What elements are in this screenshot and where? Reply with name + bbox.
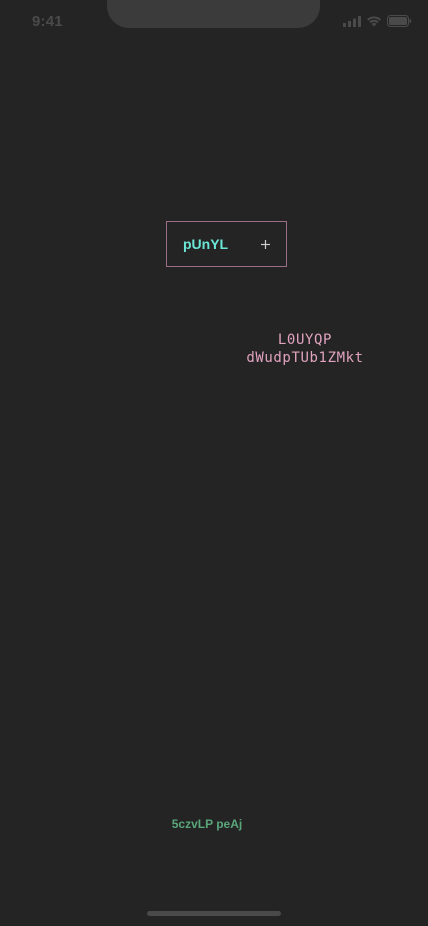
battery-icon <box>387 15 412 27</box>
home-indicator[interactable] <box>147 911 281 916</box>
status-icons <box>343 15 412 27</box>
plus-icon <box>261 240 270 249</box>
chip-label: pUnYL <box>183 236 229 252</box>
notch <box>107 0 320 28</box>
monospace-text-block: L0UYQP dWudpTUb1ZMkt <box>230 331 380 367</box>
status-bar: 9:41 <box>0 0 428 44</box>
status-time: 9:41 <box>32 13 63 30</box>
mono-text-line-2: dWudpTUb1ZMkt <box>246 350 364 366</box>
wifi-icon <box>367 16 381 27</box>
add-chip-button[interactable]: pUnYL <box>166 221 287 267</box>
mono-text-line-1: L0UYQP <box>277 332 333 348</box>
signal-icon <box>343 15 361 27</box>
footer-text: 5czvLP peAj <box>171 817 243 831</box>
